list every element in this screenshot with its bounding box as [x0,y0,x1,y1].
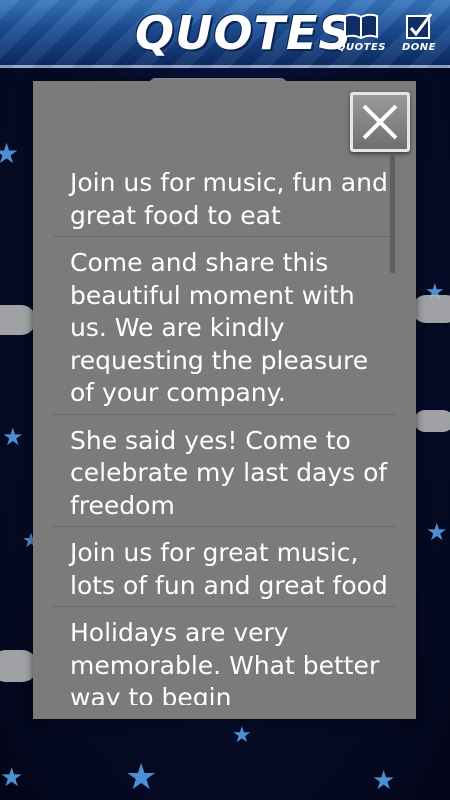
checkbox-icon [395,12,443,40]
star-icon: ★ [2,423,24,451]
app-header: QUOTES QUOTES DONE [0,0,450,68]
cloud-decoration [414,410,450,432]
cloud-decoration [0,305,36,335]
page-title: QUOTES [135,6,353,60]
quotes-list[interactable]: Join us for music, fun and great food to… [53,159,395,705]
done-button-label: DONE [401,42,436,53]
close-icon [353,95,407,149]
book-icon [337,12,385,40]
star-icon: ★ [0,763,24,793]
star-icon: ★ [232,723,252,748]
quotes-dialog: Join us for music, fun and great food to… [33,81,416,719]
list-item[interactable]: Join us for great music, lots of fun and… [53,527,395,607]
list-item[interactable]: She said yes! Come to celebrate my last … [53,415,395,527]
star-icon: ★ [426,518,448,546]
list-item[interactable]: Holidays are very memorable. What better… [53,607,395,705]
star-icon: ★ [125,757,158,798]
quotes-button[interactable]: QUOTES [337,12,385,62]
cloud-decoration [412,295,450,323]
list-item[interactable]: Come and share this beautiful moment wit… [53,237,395,415]
quotes-button-label: QUOTES [337,42,386,53]
done-button[interactable]: DONE [395,12,443,62]
close-button[interactable] [350,92,410,152]
list-item[interactable]: Join us for music, fun and great food to… [53,159,395,237]
star-icon: ★ [0,137,20,170]
scrollbar[interactable] [390,155,395,273]
star-icon: ★ [372,766,396,796]
